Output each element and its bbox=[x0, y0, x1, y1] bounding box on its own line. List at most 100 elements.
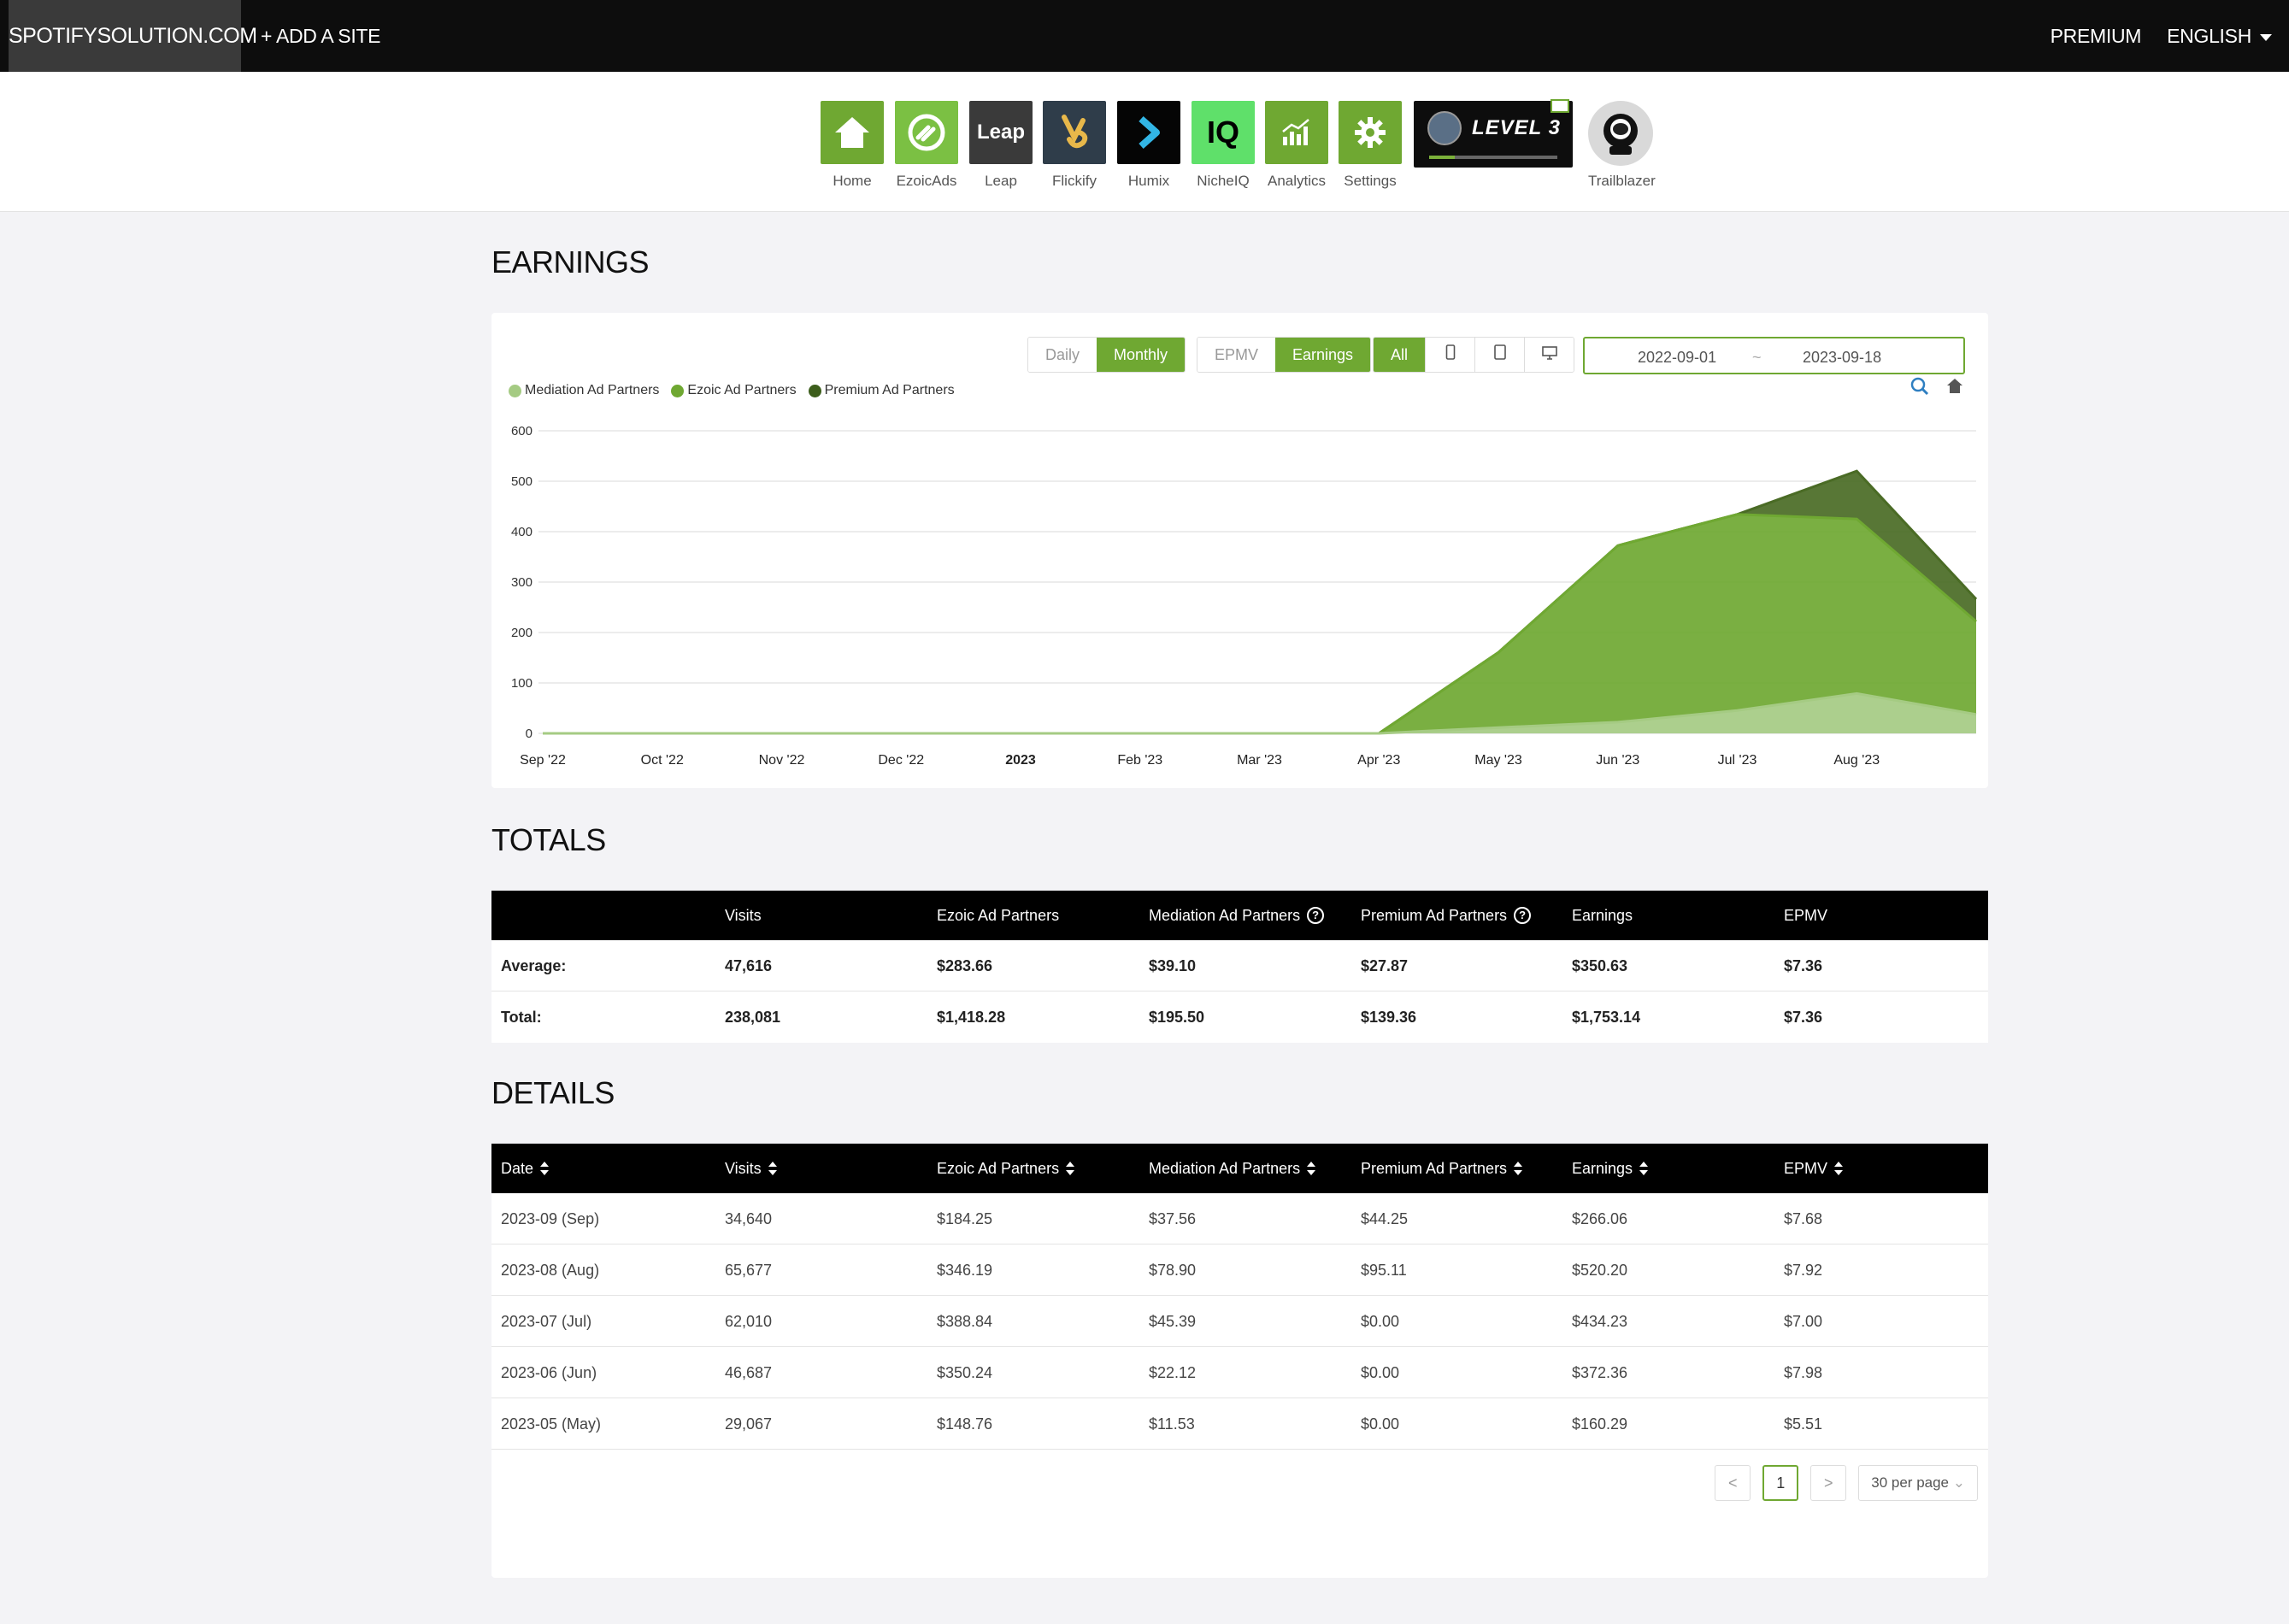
help-icon[interactable]: ? bbox=[1307, 907, 1325, 924]
x-tick-label: Sep '22 bbox=[520, 753, 566, 768]
next-page-button[interactable]: > bbox=[1810, 1465, 1847, 1501]
sort-icon bbox=[1834, 1162, 1844, 1175]
reset-zoom-home-icon[interactable] bbox=[1947, 379, 1962, 393]
table-cell: $39.10 bbox=[1149, 957, 1197, 974]
table-cell: $372.36 bbox=[1572, 1364, 1628, 1381]
table-cell: $434.23 bbox=[1572, 1313, 1628, 1330]
totals-col-ezoic: Ezoic Ad Partners bbox=[937, 891, 1059, 940]
table-cell: Total: bbox=[501, 1009, 542, 1026]
per-page-select[interactable]: 30 per page ⌄ bbox=[1858, 1465, 1978, 1501]
premium-link[interactable]: PREMIUM bbox=[2051, 0, 2142, 72]
home-icon bbox=[821, 101, 884, 164]
table-cell: $7.36 bbox=[1784, 1009, 1823, 1026]
help-icon[interactable]: ? bbox=[1514, 907, 1532, 924]
table-row: 2023-08 (Aug) 65,677 $346.19 $78.90 $95.… bbox=[491, 1244, 1988, 1296]
flickify-icon bbox=[1043, 101, 1106, 164]
app-analytics[interactable]: Analytics bbox=[1265, 101, 1328, 190]
x-tick-label: Dec '22 bbox=[878, 753, 924, 768]
table-cell: 2023-07 (Jul) bbox=[501, 1313, 592, 1330]
page-1-button[interactable]: 1 bbox=[1762, 1465, 1799, 1501]
totals-col-earnings: Earnings bbox=[1572, 891, 1633, 940]
totals-col-epmv-label: EPMV bbox=[1784, 907, 1828, 924]
mail-icon[interactable] bbox=[1551, 99, 1569, 113]
table-row: 2023-09 (Sep) 34,640 $184.25 $37.56 $44.… bbox=[491, 1193, 1988, 1244]
site-selector[interactable]: SPOTIFYSOLUTION.COM bbox=[9, 0, 257, 72]
prev-page-button[interactable]: < bbox=[1715, 1465, 1751, 1501]
x-tick-label: Aug '23 bbox=[1833, 753, 1880, 768]
table-cell: $44.25 bbox=[1361, 1210, 1409, 1227]
totals-col-visits-label: Visits bbox=[725, 907, 762, 924]
series-area-ezoic-ad-partners bbox=[543, 514, 1976, 733]
x-tick-label: Apr '23 bbox=[1357, 753, 1400, 768]
table-cell: 46,687 bbox=[725, 1364, 773, 1381]
app-home[interactable]: Home bbox=[821, 101, 884, 190]
table-cell: $78.90 bbox=[1149, 1262, 1197, 1279]
nicheiq-icon: IQ bbox=[1192, 101, 1255, 164]
x-tick-label: Feb '23 bbox=[1117, 753, 1162, 768]
details-col-ezoic-label: Ezoic Ad Partners bbox=[937, 1160, 1060, 1177]
table-cell: $184.25 bbox=[937, 1210, 993, 1227]
x-tick-label: May '23 bbox=[1474, 753, 1522, 768]
x-tick-label: Jul '23 bbox=[1718, 753, 1757, 768]
sort-date[interactable]: Date bbox=[501, 1144, 550, 1193]
y-tick-label: 100 bbox=[511, 676, 533, 691]
table-cell: 2023-05 (May) bbox=[501, 1415, 602, 1433]
table-cell: $388.84 bbox=[937, 1313, 993, 1330]
totals-col-mediation-label: Mediation Ad Partners bbox=[1149, 907, 1301, 924]
app-nicheiq[interactable]: IQ NicheIQ bbox=[1192, 101, 1255, 190]
sort-ezoic[interactable]: Ezoic Ad Partners bbox=[937, 1144, 1075, 1193]
sort-mediation[interactable]: Mediation Ad Partners bbox=[1149, 1144, 1316, 1193]
analytics-icon bbox=[1265, 101, 1328, 164]
table-cell: $7.68 bbox=[1784, 1210, 1823, 1227]
table-cell: $0.00 bbox=[1361, 1364, 1400, 1381]
avatar bbox=[1427, 111, 1462, 145]
totals-col-ezoic-label: Ezoic Ad Partners bbox=[937, 907, 1060, 924]
earnings-heading: EARNINGS bbox=[491, 244, 650, 279]
totals-col-epmv: EPMV bbox=[1784, 891, 1827, 940]
table-cell: $195.50 bbox=[1149, 1009, 1205, 1026]
level-badge[interactable]: LEVEL 3 bbox=[1414, 99, 1573, 168]
table-cell: $0.00 bbox=[1361, 1313, 1400, 1330]
table-cell: $7.92 bbox=[1784, 1262, 1823, 1279]
table-cell: $95.11 bbox=[1361, 1262, 1407, 1279]
table-cell: $5.51 bbox=[1784, 1415, 1823, 1433]
top-bar: SPOTIFYSOLUTION.COM + ADD A SITE PREMIUM… bbox=[0, 0, 2289, 72]
earnings-chart-card: Daily Monthly EPMV Earnings All 2022-09-… bbox=[491, 313, 1988, 788]
add-site-link[interactable]: + ADD A SITE bbox=[261, 0, 381, 72]
language-dropdown[interactable]: ENGLISH bbox=[2167, 0, 2272, 72]
table-cell: 65,677 bbox=[725, 1262, 773, 1279]
gear-icon bbox=[1339, 101, 1402, 164]
app-humix[interactable]: Humix bbox=[1117, 101, 1180, 190]
app-flickify[interactable]: Flickify bbox=[1043, 101, 1106, 190]
table-cell: $1,753.14 bbox=[1572, 1009, 1641, 1026]
app-ezoicads[interactable]: EzoicAds bbox=[895, 101, 958, 190]
table-cell: $346.19 bbox=[937, 1262, 993, 1279]
sort-visits[interactable]: Visits bbox=[725, 1144, 777, 1193]
table-cell: 29,067 bbox=[725, 1415, 773, 1433]
details-body: 2023-09 (Sep) 34,640 $184.25 $37.56 $44.… bbox=[491, 1193, 1988, 1450]
top-right-menu: PREMIUM ENGLISH bbox=[2051, 0, 2272, 72]
table-cell: $350.24 bbox=[937, 1364, 993, 1381]
table-cell: 62,010 bbox=[725, 1313, 773, 1330]
table-cell: $11.53 bbox=[1149, 1415, 1195, 1433]
totals-col-visits: Visits bbox=[725, 891, 762, 940]
app-label-trailblazer: Trailblazer bbox=[1588, 173, 1656, 189]
x-tick-label: Jun '23 bbox=[1596, 753, 1639, 768]
sort-premium[interactable]: Premium Ad Partners bbox=[1361, 1144, 1523, 1193]
details-col-premium-label: Premium Ad Partners bbox=[1361, 1160, 1508, 1177]
app-settings[interactable]: Settings bbox=[1339, 101, 1402, 190]
sort-earnings[interactable]: Earnings bbox=[1572, 1144, 1649, 1193]
chevron-down-icon bbox=[2260, 33, 2272, 41]
table-cell: $7.36 bbox=[1784, 957, 1823, 974]
table-cell: 2023-06 (Jun) bbox=[501, 1364, 597, 1381]
totals-col-earnings-label: Earnings bbox=[1572, 907, 1633, 924]
y-tick-label: 0 bbox=[526, 727, 533, 741]
details-col-mediation-label: Mediation Ad Partners bbox=[1149, 1160, 1301, 1177]
app-trailblazer[interactable]: Trailblazer bbox=[1588, 101, 1656, 190]
zoom-icon[interactable] bbox=[1910, 377, 1929, 396]
x-tick-label: 2023 bbox=[1005, 753, 1036, 768]
app-leap[interactable]: Leap Leap bbox=[969, 101, 1033, 190]
ezoicads-icon bbox=[895, 101, 958, 164]
sort-epmv[interactable]: EPMV bbox=[1784, 1144, 1844, 1193]
y-tick-label: 300 bbox=[511, 575, 533, 590]
